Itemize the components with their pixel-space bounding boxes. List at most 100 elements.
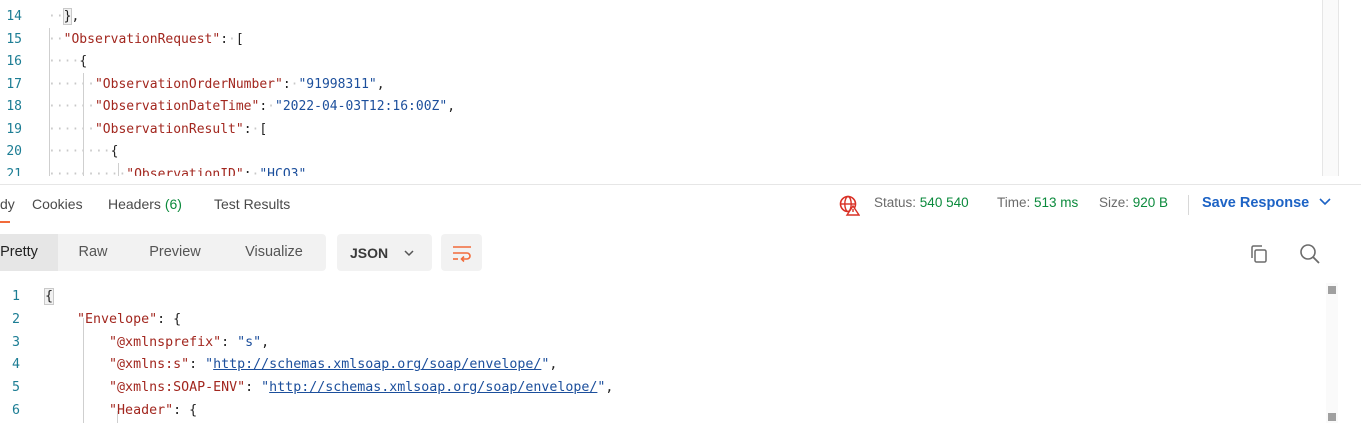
tab-body[interactable]: dy <box>0 196 15 212</box>
code-token: , <box>376 76 385 92</box>
save-response-label: Save Response <box>1202 195 1310 211</box>
code-token: : <box>189 357 206 373</box>
response-scrollbar[interactable] <box>1326 283 1338 423</box>
line-number: 2 <box>11 311 20 327</box>
code-text: ··}, <box>48 6 79 29</box>
line-number: 1 <box>11 289 20 304</box>
chevron-down-icon <box>1319 198 1331 206</box>
code-token: : <box>221 334 238 350</box>
line-number: 6 <box>11 402 20 418</box>
code-token: "@xmlnsprefix" <box>109 334 222 350</box>
code-token: : <box>220 31 229 47</box>
size-value: 920 B <box>1132 195 1169 210</box>
code-token: , <box>549 357 558 373</box>
line-number: 20 <box>6 144 22 159</box>
code-token: " <box>261 380 270 396</box>
line-number: 21 <box>6 166 22 177</box>
tab-test-results[interactable]: Test Results <box>214 196 290 212</box>
code-token: "91998311" <box>298 76 377 92</box>
code-token: "ObservationRequest" <box>63 31 221 47</box>
code-token: "@xmlns:SOAP-ENV" <box>109 380 246 396</box>
code-text: ······"ObservationResult":·[ <box>48 119 267 142</box>
code-token: : <box>245 380 262 396</box>
request-body-editor[interactable]: 14 ··}, 15 ··"ObservationRequest":·[16 ····{… <box>0 0 1361 176</box>
line-number: 17 <box>6 76 22 92</box>
active-tab-indicator <box>0 221 10 223</box>
code-token: : <box>243 121 252 137</box>
code-token: "ObservationResult" <box>94 121 244 137</box>
code-text: ····{ <box>48 51 87 74</box>
mode-pretty-button[interactable]: Pretty <box>0 234 58 271</box>
line-number: 3 <box>11 334 20 350</box>
scroll-up-arrow[interactable] <box>1328 286 1336 294</box>
response-tabs-bar: dy Cookies Headers (6) Test Results Stat… <box>0 184 1361 224</box>
status-readout[interactable]: Status: 540 540 <box>874 195 969 210</box>
indent-guide <box>118 163 119 176</box>
status-value: 540 540 <box>919 195 969 210</box>
response-body-viewer[interactable]: 1{2 "Envelope": {3 "@xmlnsprefix": "s", 4… <box>0 283 1361 423</box>
code-token: : { <box>157 311 182 327</box>
indent-guide <box>117 411 118 423</box>
code-token: , <box>605 380 614 396</box>
code-text: { <box>43 286 55 309</box>
code-token: "ObservationID" <box>126 166 244 177</box>
code-text: "@xmlns:s": "http://schemas.xmlsoap.org/… <box>45 354 557 377</box>
tab-cookies[interactable]: Cookies <box>32 196 83 212</box>
chevron-down-icon <box>404 250 414 257</box>
code-token: , <box>71 9 80 24</box>
code-token: , <box>447 99 456 114</box>
format-mode-group: Pretty Raw Preview Visualize <box>0 234 326 271</box>
globe-error-icon[interactable] <box>838 194 860 216</box>
code-token: " <box>205 357 214 373</box>
url-link[interactable]: http://schemas.xmlsoap.org/soap/envelope… <box>213 357 541 372</box>
mode-visualize-button[interactable]: Visualize <box>222 234 326 271</box>
time-readout[interactable]: Time: 513 ms <box>997 195 1078 210</box>
time-label: Time: <box>997 195 1031 210</box>
code-token: : <box>282 76 291 92</box>
line-number: 5 <box>11 380 20 396</box>
indent-whitespace: ······ <box>48 76 95 92</box>
indent-guide <box>49 28 50 176</box>
code-token: "@xmlns:s" <box>109 357 190 373</box>
search-icon[interactable] <box>1298 242 1322 266</box>
mode-preview-button[interactable]: Preview <box>128 234 222 271</box>
code-token: "s" <box>237 334 262 350</box>
code-token: { <box>79 54 88 69</box>
code-token: "ObservationOrderNumber" <box>94 76 283 92</box>
copy-icon[interactable] <box>1248 243 1270 265</box>
headers-count-badge: (6) <box>164 196 182 212</box>
wrap-lines-icon <box>453 246 471 263</box>
code-token: "HCO3" <box>259 166 307 177</box>
wrap-lines-button[interactable] <box>441 234 482 271</box>
code-text: ······"ObservationOrderNumber":·"9199831… <box>48 74 385 97</box>
line-number: 16 <box>6 54 22 69</box>
code-text: ······"ObservationDateTime":·"2022-04-03… <box>48 96 455 119</box>
tab-headers[interactable]: Headers (6) <box>108 196 182 212</box>
indent-whitespace: ······ <box>48 99 95 114</box>
code-token: [ <box>259 121 268 137</box>
code-token: { <box>43 288 55 305</box>
indent-guide <box>83 73 84 176</box>
code-token: "ObservationDateTime" <box>94 99 260 114</box>
request-editor-scrollbar[interactable] <box>1322 0 1339 176</box>
code-token: : <box>259 99 268 114</box>
code-token: { <box>110 144 119 159</box>
line-number: 15 <box>6 31 22 47</box>
indent-whitespace: ·· <box>48 31 64 47</box>
indent-whitespace: ···· <box>48 54 80 69</box>
time-value: 513 ms <box>1034 195 1079 210</box>
code-token: : <box>243 166 252 177</box>
language-select-value: JSON <box>350 245 389 261</box>
size-readout[interactable]: Size: 920 B <box>1099 195 1168 210</box>
url-link[interactable]: http://schemas.xmlsoap.org/soap/envelope… <box>269 380 597 395</box>
mode-raw-button[interactable]: Raw <box>58 234 128 271</box>
language-select[interactable]: JSON <box>337 234 432 271</box>
code-token: · <box>228 31 236 47</box>
code-token: "Header" <box>109 402 174 418</box>
line-number: 14 <box>6 9 22 24</box>
save-response-button[interactable]: Save Response <box>1202 195 1331 211</box>
scroll-down-arrow[interactable] <box>1328 413 1336 421</box>
